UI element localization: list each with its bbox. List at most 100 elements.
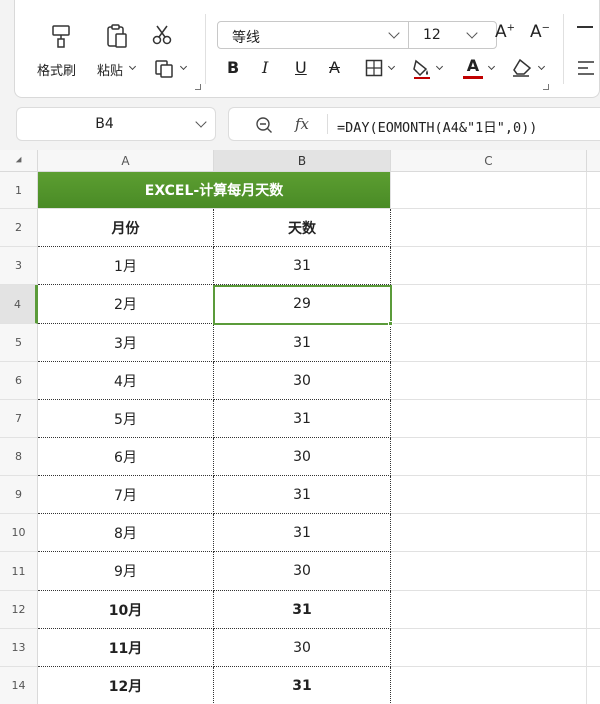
italic-button[interactable]: I [262, 58, 268, 77]
empty-cell-d[interactable] [587, 209, 600, 247]
bold-button[interactable]: B [227, 58, 239, 77]
days-cell[interactable]: 29 [214, 285, 391, 324]
month-cell[interactable]: 9月 [38, 552, 214, 591]
name-box[interactable]: B4 [16, 107, 216, 141]
month-cell[interactable]: 11月 [38, 629, 214, 667]
month-cell[interactable]: 12月 [38, 667, 214, 704]
empty-cell-c[interactable] [391, 514, 587, 552]
month-cell[interactable]: 3月 [38, 324, 214, 362]
paste-button[interactable] [101, 20, 133, 52]
empty-cell-d[interactable] [587, 247, 600, 285]
row-header-2[interactable]: 2 [0, 209, 38, 247]
days-cell[interactable]: 30 [214, 362, 391, 400]
days-cell[interactable]: 31 [214, 247, 391, 285]
font-color-button[interactable]: A [463, 56, 483, 79]
days-cell[interactable]: 31 [214, 324, 391, 362]
row-header-5[interactable]: 5 [0, 324, 38, 362]
empty-cell-d[interactable] [587, 172, 600, 209]
row-header-13[interactable]: 13 [0, 629, 38, 667]
month-cell[interactable]: 2月 [38, 285, 214, 324]
clear-format-dropdown-icon[interactable] [537, 62, 546, 71]
row-header-7[interactable]: 7 [0, 400, 38, 438]
row-header-11[interactable]: 11 [0, 552, 38, 591]
month-cell[interactable]: 1月 [38, 247, 214, 285]
column-header-b[interactable]: B [214, 150, 391, 172]
empty-cell-c[interactable] [391, 362, 587, 400]
copy-button[interactable] [151, 56, 177, 82]
row-header-14[interactable]: 14 [0, 667, 38, 704]
column-header-a[interactable]: A [38, 150, 214, 172]
font-name-field[interactable]: 等线 [232, 27, 260, 47]
empty-cell-d[interactable] [587, 629, 600, 667]
font-size-field[interactable]: 12 [423, 27, 441, 43]
formula-input[interactable]: =DAY(EOMONTH(A4&"1日",0)) [337, 116, 537, 136]
days-cell[interactable]: 30 [214, 629, 391, 667]
borders-button[interactable] [365, 59, 383, 81]
empty-cell-d[interactable] [587, 324, 600, 362]
days-cell[interactable]: 31 [214, 400, 391, 438]
month-cell[interactable]: 7月 [38, 476, 214, 514]
row-header-8[interactable]: 8 [0, 438, 38, 476]
row-header-9[interactable]: 9 [0, 476, 38, 514]
empty-cell-c[interactable] [391, 247, 587, 285]
cut-button[interactable] [147, 20, 177, 50]
header-days[interactable]: 天数 [214, 209, 391, 247]
clear-format-button[interactable] [511, 58, 533, 82]
font-color-dropdown-icon[interactable] [487, 62, 496, 71]
paste-dropdown-icon[interactable] [128, 62, 137, 71]
select-all-corner[interactable] [0, 150, 38, 172]
sheet-title[interactable]: EXCEL-计算每月天数 [38, 172, 391, 209]
days-cell[interactable]: 31 [214, 476, 391, 514]
empty-cell-c[interactable] [391, 591, 587, 629]
fill-color-button[interactable] [411, 57, 433, 85]
clipboard-group-launcher-icon[interactable] [195, 84, 201, 90]
empty-cell-d[interactable] [587, 667, 600, 704]
row-header-10[interactable]: 10 [0, 514, 38, 552]
empty-cell-d[interactable] [587, 552, 600, 591]
empty-cell-c[interactable] [391, 438, 587, 476]
empty-cell-c[interactable] [391, 172, 587, 209]
empty-cell-d[interactable] [587, 400, 600, 438]
days-cell[interactable]: 30 [214, 438, 391, 476]
row-header-4[interactable]: 4 [0, 285, 38, 324]
days-cell[interactable]: 31 [214, 667, 391, 704]
empty-cell-c[interactable] [391, 400, 587, 438]
underline-button[interactable]: U [295, 58, 307, 77]
zoom-formula-icon[interactable] [255, 116, 273, 134]
row-header-1[interactable]: 1 [0, 172, 38, 209]
empty-cell-c[interactable] [391, 552, 587, 591]
font-name-dropdown-icon[interactable] [388, 27, 400, 39]
font-group-launcher-icon[interactable] [543, 84, 549, 90]
name-box-dropdown-icon[interactable] [195, 116, 207, 128]
month-cell[interactable]: 8月 [38, 514, 214, 552]
format-painter-button[interactable] [45, 20, 77, 52]
decrease-font-size-button[interactable]: A− [530, 22, 550, 42]
empty-cell-d[interactable] [587, 438, 600, 476]
empty-cell-d[interactable] [587, 285, 600, 324]
empty-cell-d[interactable] [587, 362, 600, 400]
empty-cell-c[interactable] [391, 209, 587, 247]
month-cell[interactable]: 10月 [38, 591, 214, 629]
align-left-button[interactable] [577, 60, 595, 80]
month-cell[interactable]: 6月 [38, 438, 214, 476]
borders-dropdown-icon[interactable] [387, 62, 396, 71]
copy-dropdown-icon[interactable] [179, 62, 188, 71]
align-top-button[interactable] [577, 26, 593, 28]
row-header-12[interactable]: 12 [0, 591, 38, 629]
header-month[interactable]: 月份 [38, 209, 214, 247]
empty-cell-c[interactable] [391, 476, 587, 514]
empty-cell-d[interactable] [587, 591, 600, 629]
month-cell[interactable]: 5月 [38, 400, 214, 438]
column-header-c[interactable]: C [391, 150, 587, 172]
column-header-d[interactable] [587, 150, 600, 172]
empty-cell-c[interactable] [391, 667, 587, 704]
increase-font-size-button[interactable]: A+ [495, 22, 515, 42]
days-cell[interactable]: 31 [214, 591, 391, 629]
month-cell[interactable]: 4月 [38, 362, 214, 400]
row-header-3[interactable]: 3 [0, 247, 38, 285]
empty-cell-c[interactable] [391, 629, 587, 667]
row-header-6[interactable]: 6 [0, 362, 38, 400]
formula-bar[interactable]: fx =DAY(EOMONTH(A4&"1日",0)) [228, 107, 600, 141]
fill-color-dropdown-icon[interactable] [435, 62, 444, 71]
empty-cell-d[interactable] [587, 514, 600, 552]
